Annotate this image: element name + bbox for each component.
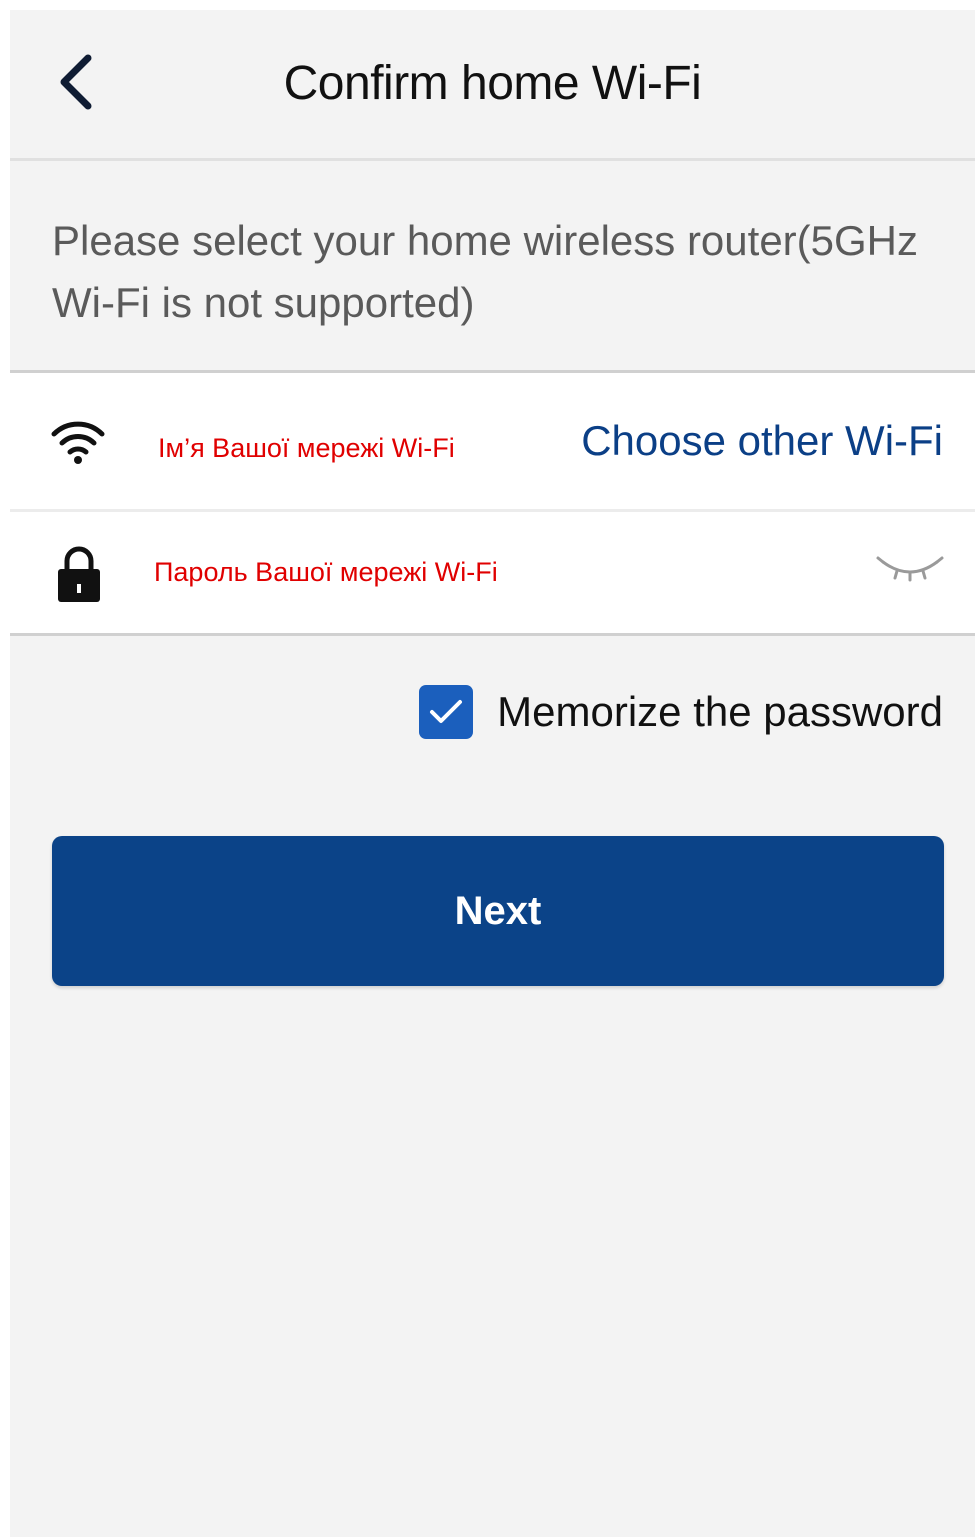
- section-divider: [10, 633, 975, 636]
- password-field[interactable]: [154, 542, 834, 602]
- eye-closed-icon[interactable]: [875, 552, 945, 588]
- memorize-label: Memorize the password: [497, 688, 943, 735]
- choose-other-wifi-link[interactable]: Choose other Wi-Fi: [581, 417, 943, 465]
- memorize-checkbox[interactable]: [419, 685, 474, 739]
- lock-icon: [58, 546, 100, 602]
- checkmark-icon: [430, 700, 463, 723]
- page-title: Confirm home Wi-Fi: [283, 57, 702, 110]
- wifi-network-row: Ім’я Вашої мережі Wi-Fi Choose other Wi-…: [10, 373, 975, 509]
- header-bar: Confirm home Wi-Fi: [10, 10, 975, 161]
- instruction-text: Please select your home wireless router(…: [52, 217, 919, 326]
- password-row: [10, 512, 975, 633]
- wifi-network-name: Ім’я Вашої мережі Wi-Fi: [158, 433, 455, 463]
- next-button[interactable]: Next: [52, 836, 944, 986]
- wifi-icon: [51, 421, 105, 464]
- memorize-password-toggle[interactable]: Memorize the password: [419, 682, 943, 742]
- app-screen: Confirm home Wi-Fi Please select your ho…: [10, 10, 975, 1537]
